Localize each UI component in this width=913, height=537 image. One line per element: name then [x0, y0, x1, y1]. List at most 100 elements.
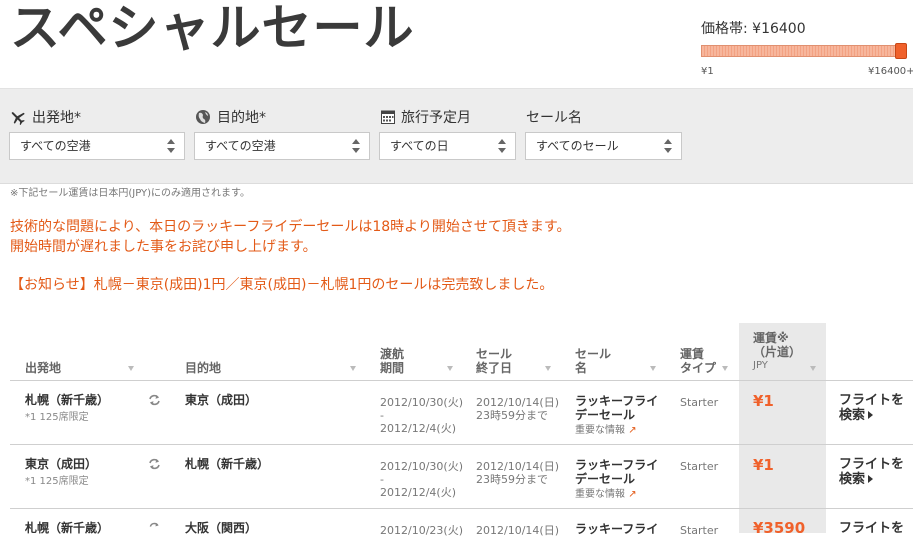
- price-slider-min: ¥1: [701, 66, 714, 77]
- row-origin: 札幌（新千歳）: [25, 521, 110, 535]
- swap-route-icon[interactable]: [148, 394, 161, 406]
- header-sale-name[interactable]: セール名: [575, 347, 611, 375]
- notice-soldout: 【お知らせ】札幌－東京(成田)1円／東京(成田)－札幌1円のセールは完売致しまし…: [10, 277, 554, 293]
- header-sale-end-line2: 終了日: [476, 361, 513, 375]
- search-flight-button[interactable]: フライトを: [839, 521, 904, 536]
- important-info-link[interactable]: 重要な情報 ↗: [575, 485, 637, 500]
- row-sale-name: ラッキーフライ デーセール: [575, 394, 658, 422]
- destination-label-text: 目的地*: [217, 110, 266, 126]
- external-arrow-icon: ↗: [628, 425, 637, 436]
- search-flight-button[interactable]: フライトを 検索: [839, 457, 904, 487]
- sort-arrow-icon: [447, 366, 453, 371]
- row-period-start: 2012/10/30(火): [380, 396, 463, 409]
- search-flight-line1: フライトを: [839, 521, 905, 536]
- select-arrows-icon: [167, 139, 175, 153]
- sort-arrow-icon: [128, 366, 134, 371]
- header-sale-end[interactable]: セール 終了日: [476, 347, 512, 375]
- month-select[interactable]: すべての日: [379, 132, 516, 160]
- row-origin: 東京（成田）: [25, 457, 98, 471]
- sale-label-text: セール名: [526, 110, 582, 126]
- header-travel-period-line1: 渡航: [380, 347, 405, 361]
- arrow-right-icon: [868, 475, 874, 483]
- sort-arrow-icon: [810, 366, 816, 371]
- row-origin: 札幌（新千歳）: [25, 393, 110, 407]
- globe-icon: [196, 110, 210, 124]
- row-sale-end: 2012/10/14(日) 23時59分まで: [476, 460, 559, 486]
- header-origin[interactable]: 出発地: [25, 361, 61, 375]
- row-period-start: 2012/10/23(火): [380, 524, 463, 537]
- arrow-right-icon: [868, 411, 874, 419]
- header-fare-type[interactable]: 運賃 タイプ: [680, 347, 716, 375]
- notice-line-1: 技術的な問題により、本日のラッキーフライデーセールは18時より開始させて頂きます…: [10, 219, 571, 235]
- row-sale-end-date: 2012/10/14(日): [476, 524, 559, 537]
- row-period: 2012/10/30(火) - 2012/12/4(火): [380, 460, 463, 499]
- table-divider: [10, 444, 913, 445]
- header-fare-type-line1: 運賃: [680, 347, 705, 361]
- row-sale-name-line2: デーセール: [575, 472, 636, 486]
- header-destination[interactable]: 目的地: [185, 361, 221, 375]
- header-sale-end-line1: セール: [476, 347, 513, 361]
- sale-filter-label: セール名: [526, 107, 582, 127]
- swap-route-icon[interactable]: [148, 522, 161, 533]
- row-sale-end-time: 23時59分まで: [476, 473, 548, 486]
- header-origin-text: 出発地: [25, 361, 62, 375]
- header-travel-period[interactable]: 渡航 期間: [380, 347, 404, 375]
- select-arrows-icon: [498, 139, 506, 153]
- row-destination: 大阪（関西）: [185, 521, 258, 535]
- sale-select-value: すべてのセール: [536, 139, 619, 153]
- header-sale-name-line2: 名: [575, 361, 588, 375]
- destination-select-value: すべての空港: [205, 139, 276, 153]
- price-slider-handle[interactable]: [895, 43, 907, 59]
- row-sale-end-date: 2012/10/14(日): [476, 460, 559, 473]
- month-filter-label: 旅行予定月: [381, 107, 471, 127]
- price-slider-max: ¥16400+: [868, 66, 913, 77]
- row-fare: ¥1: [753, 392, 774, 410]
- important-info-text: 重要な情報: [575, 489, 625, 500]
- row-sale-end-time: 23時59分まで: [476, 409, 548, 422]
- origin-select[interactable]: すべての空港: [9, 132, 185, 160]
- row-sale-name-line1: ラッキーフライ: [575, 458, 659, 472]
- swap-route-icon[interactable]: [148, 458, 161, 470]
- row-fare-type: Starter: [680, 460, 719, 473]
- select-arrows-icon: [352, 139, 360, 153]
- table-divider: [10, 508, 913, 509]
- row-fare: ¥3590: [753, 519, 806, 537]
- important-info-text: 重要な情報: [575, 425, 625, 436]
- page-title: スペシャルセール: [10, 0, 415, 57]
- header-sale-name-line1: セール: [575, 347, 612, 361]
- sort-arrow-icon: [722, 366, 728, 371]
- row-period-end: 2012/12/4(火): [380, 486, 456, 499]
- row-sale-name-line1: ラッキーフライ: [575, 522, 659, 536]
- currency-note: ※下記セール運賃は日本円(JPY)にのみ適用されます。: [10, 188, 251, 199]
- search-flight-line1: フライトを: [839, 393, 905, 408]
- row-period-end: 2012/12/4(火): [380, 422, 456, 435]
- origin-label-text: 出発地*: [32, 110, 81, 126]
- header-fare-line2: （片道）: [753, 345, 802, 359]
- header-fare[interactable]: 運賃※ （片道） JPY: [753, 331, 801, 373]
- search-flight-button[interactable]: フライトを 検索: [839, 393, 904, 423]
- sale-select[interactable]: すべてのセール: [525, 132, 682, 160]
- price-range-label: 価格帯: ¥16400: [701, 21, 806, 37]
- destination-select[interactable]: すべての空港: [194, 132, 370, 160]
- select-arrows-icon: [664, 139, 672, 153]
- row-sale-end-date: 2012/10/14(日): [476, 396, 559, 409]
- sort-arrow-icon: [545, 366, 551, 371]
- header-fare-type-line2: タイプ: [680, 361, 717, 375]
- month-select-value: すべての日: [390, 139, 449, 153]
- important-info-link[interactable]: 重要な情報 ↗: [575, 421, 637, 436]
- row-fare-type: Starter: [680, 396, 719, 409]
- row-origin-note: *1 125席限定: [25, 412, 89, 423]
- header-travel-period-line2: 期間: [380, 361, 405, 375]
- row-sale-end: 2012/10/14(日) 23時59分まで: [476, 396, 559, 422]
- origin-filter-label: 出発地*: [10, 107, 81, 127]
- search-flight-line2: 検索: [839, 472, 866, 487]
- table-divider: [10, 380, 913, 381]
- filter-bar: 出発地* すべての空港 目的地* すべての空港 旅行予定月 すべての日 セール名…: [0, 88, 913, 184]
- notice-line-2: 開始時間が遅れました事をお詫び申し上げます。: [10, 239, 317, 255]
- row-period-dash: -: [380, 409, 384, 422]
- row-origin-note: *1 125席限定: [25, 476, 89, 487]
- row-period-dash: -: [380, 473, 384, 486]
- price-slider-track[interactable]: [701, 45, 907, 57]
- airplane-icon: [11, 112, 25, 125]
- calendar-icon: [381, 110, 395, 124]
